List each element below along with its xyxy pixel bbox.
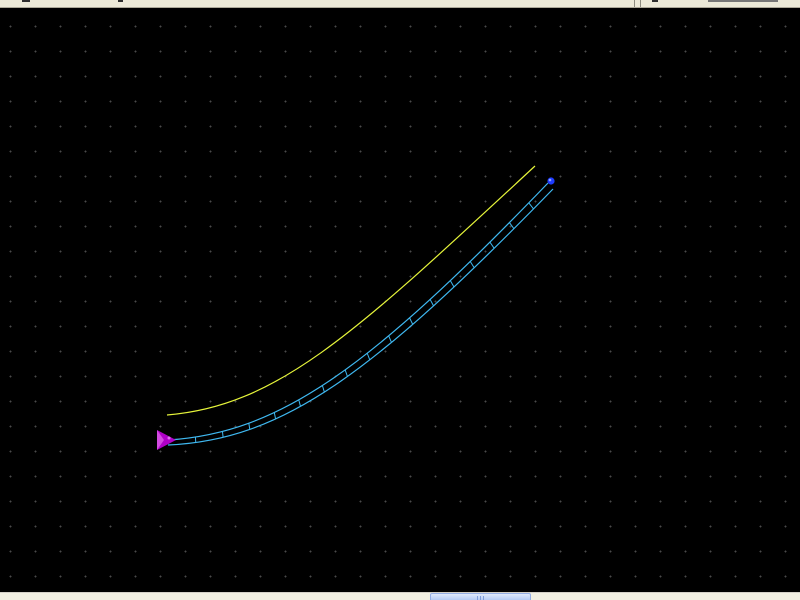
app-window <box>0 0 800 600</box>
rail-tie <box>366 353 371 361</box>
scene-canvas[interactable] <box>0 8 800 592</box>
scrollbar-grip <box>480 596 481 600</box>
rail-tie <box>344 369 348 377</box>
rail-tie <box>273 412 277 420</box>
start-marker-cone[interactable] <box>157 430 176 450</box>
end-marker-sphere[interactable] <box>547 177 555 185</box>
toolbar-fragment <box>22 0 30 2</box>
toolbar-fragment <box>708 0 778 2</box>
rail-upper-edge <box>167 182 549 441</box>
rail-tie <box>509 222 515 229</box>
rail-tie <box>221 431 224 438</box>
rail-tie <box>528 202 534 210</box>
top-toolbar-strip <box>0 0 800 8</box>
horizontal-scrollbar[interactable] <box>0 592 800 600</box>
toolbar-divider <box>634 0 635 7</box>
rail-tie <box>298 399 301 407</box>
rail-lower-edge <box>167 188 554 446</box>
toolbar-fragment <box>652 0 658 2</box>
3d-viewport[interactable] <box>0 8 800 592</box>
rail-tie <box>489 241 495 249</box>
scrollbar-grip <box>483 596 484 600</box>
rail-tie <box>469 261 475 269</box>
track-rail[interactable] <box>167 182 554 446</box>
rail-ties <box>194 202 534 443</box>
rail-tie <box>321 385 325 393</box>
toolbar-fragment <box>118 0 123 2</box>
rail-tie <box>409 317 414 325</box>
scrollbar-thumb[interactable] <box>430 593 531 600</box>
toolbar-divider <box>640 0 641 7</box>
scrollbar-grip <box>477 596 478 600</box>
rail-tie <box>429 299 434 307</box>
rail-tie <box>248 423 251 430</box>
rail-tie <box>388 335 392 343</box>
rail-tie <box>449 280 455 288</box>
guide-curve[interactable] <box>166 165 536 416</box>
